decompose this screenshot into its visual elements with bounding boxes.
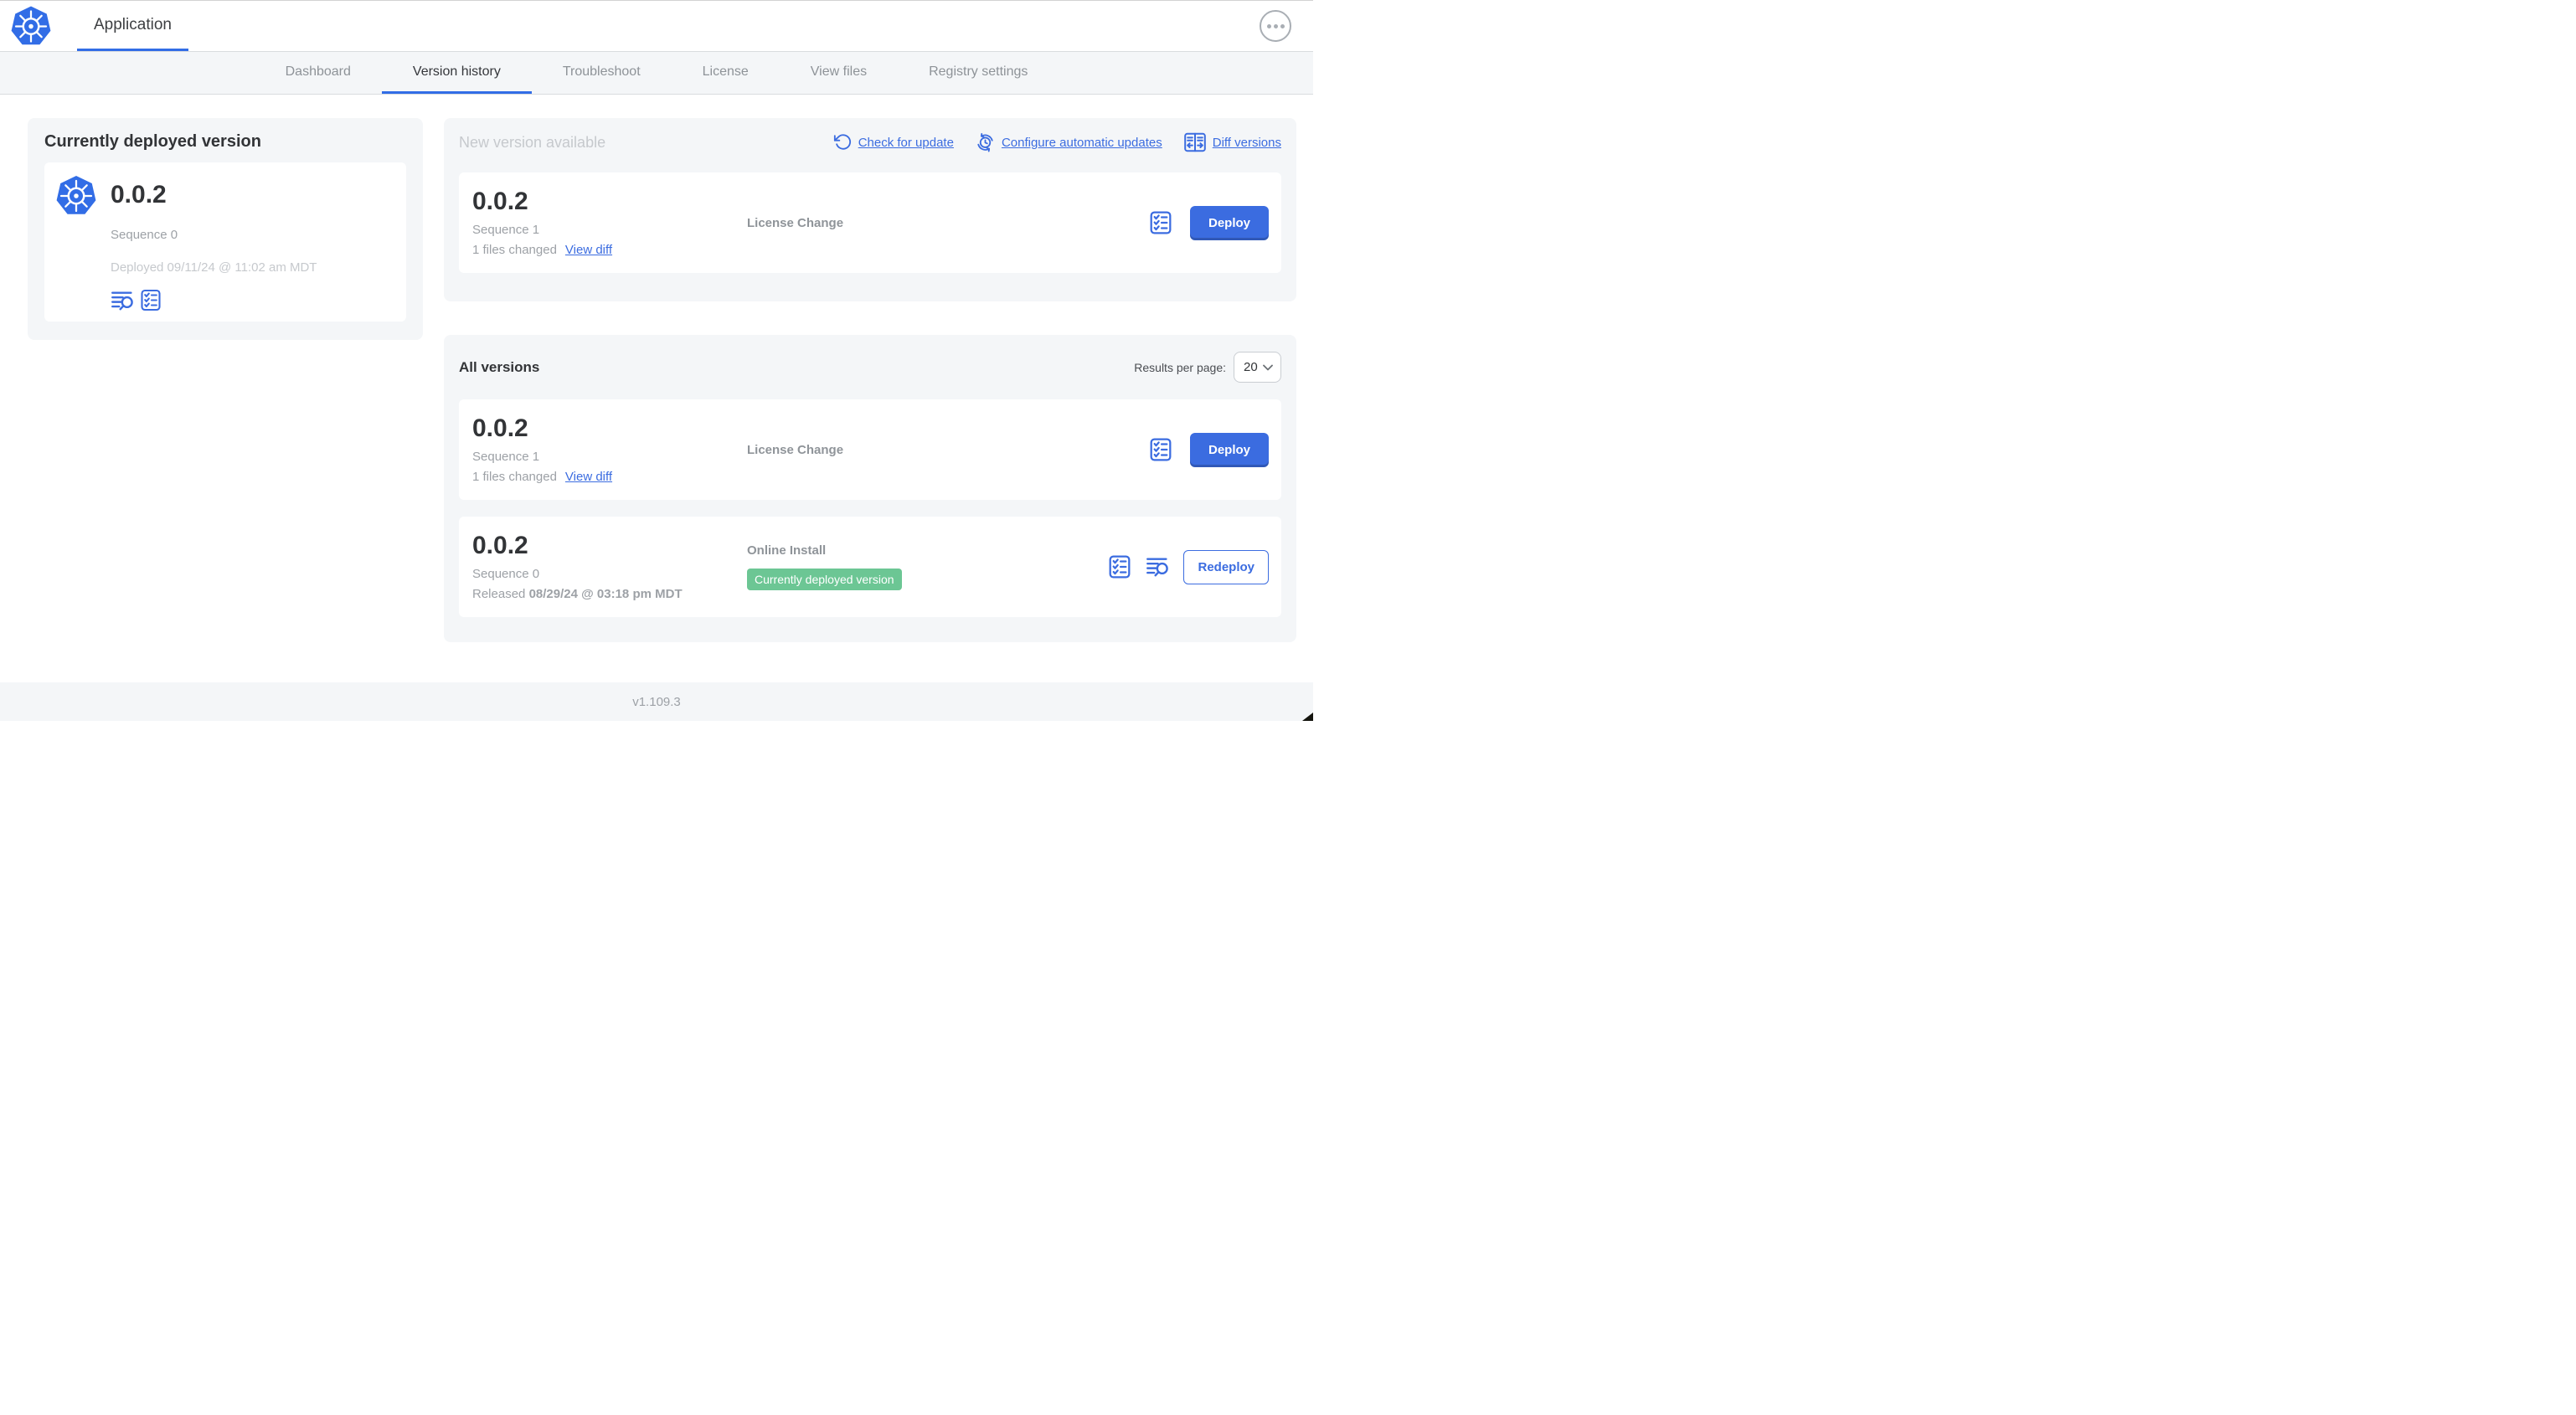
refresh-icon: [833, 133, 852, 152]
currently-deployed-panel: Currently deployed version 0.0.2 Sequenc…: [28, 118, 423, 340]
version-row: 0.0.2 Sequence 0 Released 08/29/24 @ 03:…: [459, 517, 1281, 617]
version-sequence: Sequence 1: [472, 222, 540, 237]
tab-dashboard[interactable]: Dashboard: [255, 52, 382, 94]
preflight-checks-icon[interactable]: [1109, 555, 1131, 579]
tab-view-files[interactable]: View files: [780, 52, 898, 94]
secondary-nav: Dashboard Version history Troubleshoot L…: [0, 52, 1313, 95]
deploy-button[interactable]: Deploy: [1189, 432, 1269, 467]
preflight-checks-icon[interactable]: [141, 289, 161, 311]
check-for-update-link[interactable]: Check for update: [833, 133, 954, 152]
version-sequence: Sequence 0: [472, 566, 540, 581]
view-diff-link[interactable]: View diff: [565, 243, 612, 257]
chevron-down-icon: [1263, 364, 1273, 371]
diff-versions-link[interactable]: Diff versions: [1183, 132, 1281, 152]
version-source: Online Install: [747, 543, 827, 558]
new-version-title: New version available: [459, 133, 606, 151]
view-logs-icon[interactable]: [111, 291, 133, 311]
results-per-page-label: Results per page:: [1134, 360, 1226, 374]
files-changed: 1 files changed: [472, 242, 557, 257]
view-diff-link[interactable]: View diff: [565, 470, 612, 484]
footer: v1.109.3: [0, 682, 1313, 721]
tab-license[interactable]: License: [672, 52, 780, 94]
deployed-version-number: 0.0.2: [111, 181, 167, 208]
console-version: v1.109.3: [632, 694, 681, 709]
tab-registry-settings[interactable]: Registry settings: [898, 52, 1059, 94]
auto-update-clock-icon: [976, 132, 995, 152]
results-per-page-select[interactable]: 20: [1234, 352, 1281, 383]
preflight-checks-icon[interactable]: [1150, 438, 1172, 461]
new-version-card: 0.0.2 Sequence 1 1 files changed View di…: [459, 172, 1281, 273]
ellipsis-icon: [1266, 23, 1271, 28]
version-source: License Change: [747, 442, 844, 457]
app-header: Application: [0, 0, 1313, 52]
version-sequence: Sequence 1: [472, 449, 540, 464]
preflight-checks-icon[interactable]: [1150, 211, 1172, 234]
version-row: 0.0.2 Sequence 1 1 files changed View di…: [459, 399, 1281, 500]
new-version-panel: New version available Check for update C…: [444, 118, 1296, 301]
all-versions-panel: All versions Results per page: 20 0.0.2 …: [444, 335, 1296, 642]
configure-automatic-updates-link[interactable]: Configure automatic updates: [976, 132, 1162, 152]
tab-version-history[interactable]: Version history: [381, 52, 532, 94]
files-changed: 1 files changed: [472, 469, 557, 484]
version-number: 0.0.2: [472, 414, 528, 442]
redeploy-button[interactable]: Redeploy: [1183, 549, 1269, 584]
kubernetes-logo-icon: [10, 1, 52, 51]
released-timestamp: Released 08/29/24 @ 03:18 pm MDT: [472, 586, 683, 601]
currently-deployed-card: 0.0.2 Sequence 0 Deployed 09/11/24 @ 11:…: [44, 162, 406, 322]
version-source: License Change: [747, 215, 844, 230]
version-number: 0.0.2: [472, 531, 528, 559]
more-options-button[interactable]: [1260, 10, 1291, 42]
view-logs-icon[interactable]: [1146, 557, 1169, 577]
kubernetes-app-icon: [55, 175, 97, 311]
diff-icon: [1183, 132, 1206, 152]
app-title-tab[interactable]: Application: [77, 1, 188, 51]
currently-deployed-badge: Currently deployed version: [747, 569, 902, 590]
right-column: New version available Check for update C…: [444, 118, 1296, 642]
tab-troubleshoot[interactable]: Troubleshoot: [532, 52, 672, 94]
app-title: Application: [94, 15, 172, 33]
currently-deployed-title: Currently deployed version: [44, 132, 261, 151]
deploy-button[interactable]: Deploy: [1189, 205, 1269, 240]
all-versions-title: All versions: [459, 358, 540, 375]
main-content: Currently deployed version 0.0.2 Sequenc…: [0, 95, 1313, 682]
version-number: 0.0.2: [472, 187, 528, 215]
deployed-sequence: Sequence 0: [111, 228, 178, 242]
deployed-timestamp: Deployed 09/11/24 @ 11:02 am MDT: [111, 260, 317, 275]
results-per-page-value: 20: [1244, 360, 1258, 374]
